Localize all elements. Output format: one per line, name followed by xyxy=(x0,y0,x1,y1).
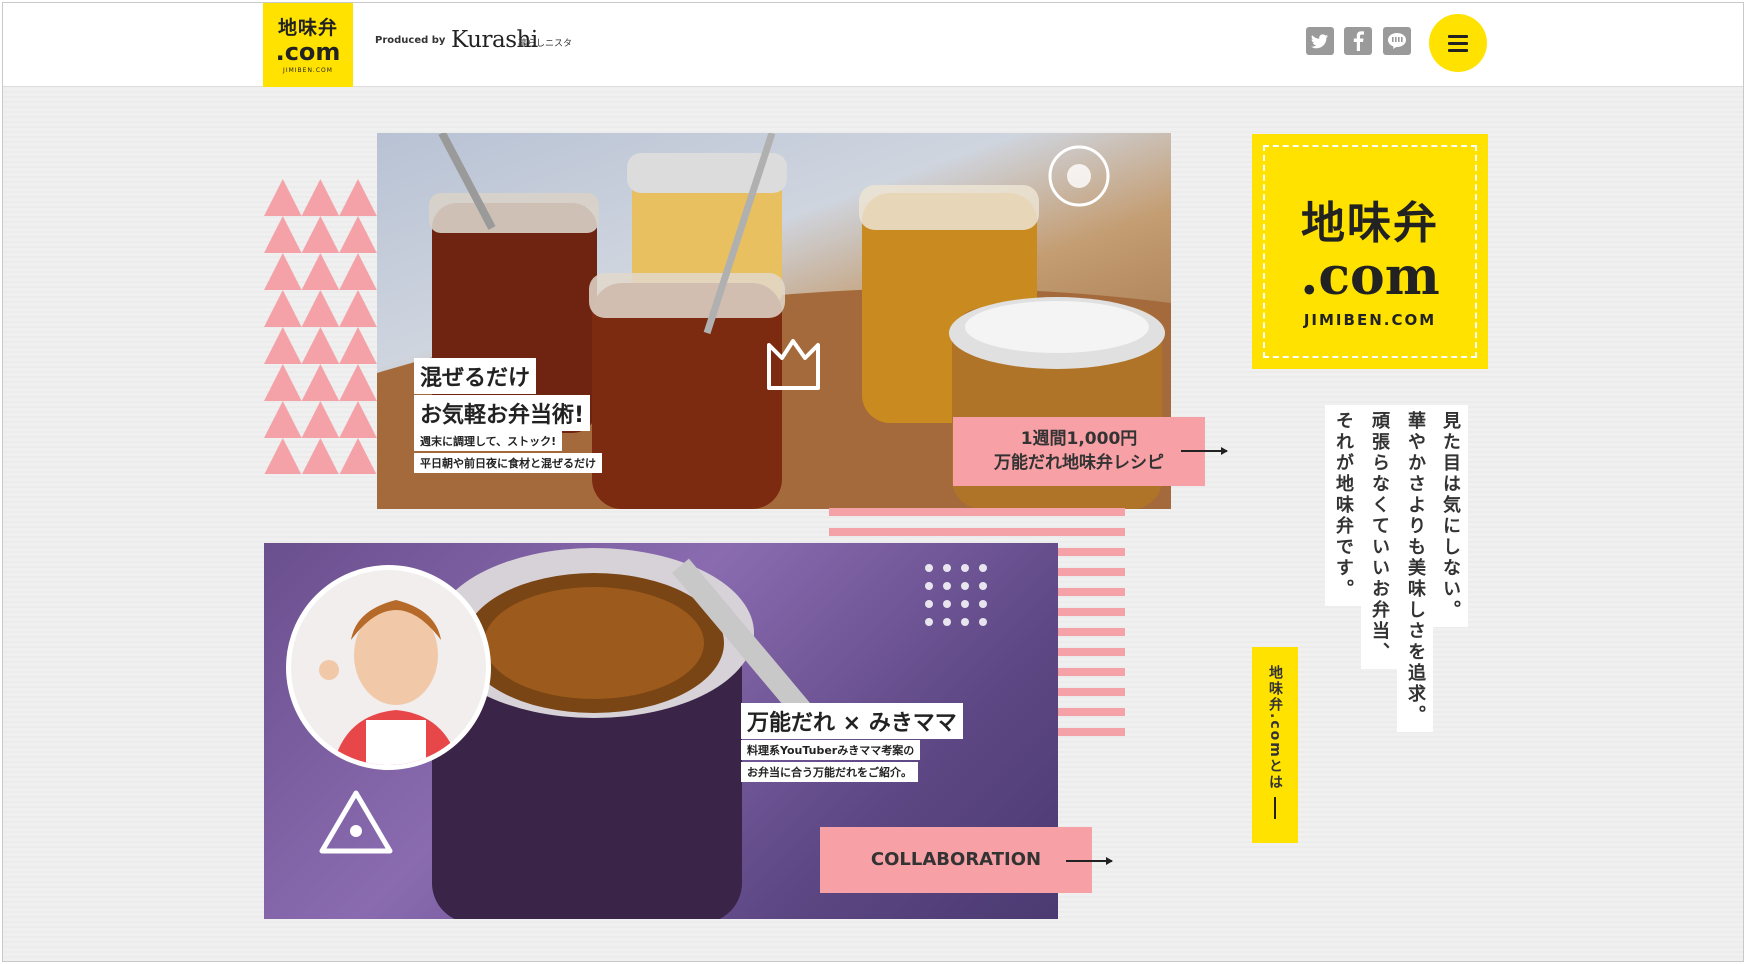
site-logo[interactable]: 地味弁 .com JIMIBEN.COM xyxy=(263,3,353,87)
brand-logo-dotcom: .com xyxy=(1300,246,1440,307)
facebook-icon[interactable] xyxy=(1344,27,1372,55)
hero1-title-line2: お気軽お弁当術! xyxy=(414,395,591,431)
tagline-line1: 見た目は気にしない。 xyxy=(1432,405,1468,627)
weekly-recipe-line2: 万能だれ地味弁レシピ xyxy=(994,453,1164,473)
logo-dotcom: .com xyxy=(275,38,341,66)
twitter-icon[interactable] xyxy=(1306,27,1334,55)
collaboration-arrow-icon xyxy=(1066,857,1113,865)
about-arrow-icon xyxy=(1274,796,1276,819)
triangle-pattern xyxy=(264,179,377,474)
logo-domain: JIMIBEN.COM xyxy=(283,67,333,74)
tagline-line3: 頑張らなくていいお弁当、 xyxy=(1361,405,1397,669)
hero2-subtitle-line2: お弁当に合う万能だれをご紹介。 xyxy=(741,762,918,782)
hamburger-menu-button[interactable] xyxy=(1429,14,1487,72)
brand-logo-domain: JIMIBEN.COM xyxy=(1303,311,1437,329)
weekly-recipe-link[interactable]: 1週間1,000円 万能だれ地味弁レシピ xyxy=(953,417,1205,486)
menu-icon xyxy=(1448,34,1468,38)
hero2-subtitle-line1: 料理系YouTuberみきママ考案の xyxy=(741,740,921,760)
weekly-recipe-line1: 1週間1,000円 xyxy=(1020,429,1138,449)
about-jimiben-label: 地味弁.comとは xyxy=(1267,665,1283,791)
tagline-line4: それが地味弁です。 xyxy=(1325,405,1361,606)
mikimama-avatar xyxy=(286,565,491,770)
hero1-subtitle-line2: 平日朝や前日夜に食材と混ぜるだけ xyxy=(414,453,602,473)
kurashi-brand-sub: 暮らしニスタ xyxy=(518,39,573,49)
logo-title: 地味弁 xyxy=(277,17,338,39)
browser-frame: 地味弁 .com JIMIBEN.COM Produced by Kurashi… xyxy=(2,2,1744,962)
brand-logo-title: 地味弁 xyxy=(1301,198,1439,249)
produced-by-label: Produced by xyxy=(375,35,446,46)
about-jimiben-link[interactable]: 地味弁.comとは xyxy=(1252,647,1298,843)
collaboration-link[interactable]: COLLABORATION xyxy=(820,827,1092,893)
weekly-recipe-arrow-icon xyxy=(1181,447,1228,455)
hero2-title: 万能だれ × みきママ xyxy=(741,703,963,739)
hero1-subtitle-line1: 週末に調理して、ストック! xyxy=(414,431,563,451)
line-icon[interactable] xyxy=(1383,27,1411,55)
jimiben-brand-logo: 地味弁 .com JIMIBEN.COM xyxy=(1252,134,1488,369)
site-header: 地味弁 .com JIMIBEN.COM Produced by Kurashi… xyxy=(3,3,1743,87)
tagline-line2: 華やかさよりも美味しさを追求。 xyxy=(1397,405,1433,732)
hero1-title-line1: 混ぜるだけ xyxy=(414,358,537,394)
